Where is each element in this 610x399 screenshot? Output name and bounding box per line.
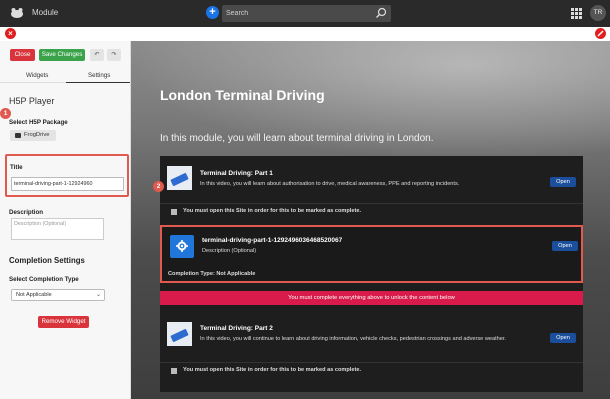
video-thumbnail: [167, 322, 192, 346]
completion-type-value: Not Applicable: [16, 292, 52, 298]
card-description: Description (Optional): [202, 248, 257, 254]
active-tab-indicator: [66, 82, 130, 83]
list-item: Terminal Driving: Part 1 In this video, …: [160, 160, 583, 205]
chevron-down-icon: ⌄: [95, 292, 101, 298]
h5p-icon: [170, 235, 194, 258]
card-title[interactable]: Terminal Driving: Part 2: [200, 325, 273, 332]
tab-widgets[interactable]: Widgets: [26, 72, 48, 79]
frogdrive-button[interactable]: FrogDrive: [10, 130, 56, 141]
folder-icon: [15, 133, 21, 138]
open-button[interactable]: Open: [550, 177, 576, 187]
content-list: Terminal Driving: Part 1 In this video, …: [160, 156, 583, 392]
open-button[interactable]: Open: [552, 241, 578, 251]
completion-check-text: You must open this Site in order for thi…: [183, 208, 361, 214]
title-field[interactable]: [11, 177, 124, 191]
frog-logo-icon[interactable]: [10, 7, 24, 19]
panel-title: H5P Player: [9, 96, 55, 106]
completion-checkbox[interactable]: [171, 209, 177, 215]
truck-icon: [170, 172, 189, 187]
completion-settings-heading: Completion Settings: [9, 256, 85, 265]
package-label: Select H5P Package: [9, 119, 68, 126]
completion-type-text: Completion Type: Not Applicable: [168, 271, 256, 277]
video-thumbnail: [167, 166, 192, 190]
main-canvas: London Terminal Driving In this module, …: [131, 41, 610, 399]
sidebar-tabs: Widgets Settings: [0, 69, 130, 83]
gear-icon: [176, 240, 188, 252]
title-label: Title: [10, 164, 23, 171]
lock-warning-bar: You must complete everything above to un…: [160, 291, 583, 305]
completion-checkbox[interactable]: [171, 368, 177, 374]
page-subtitle: In this module, you will learn about ter…: [160, 133, 434, 144]
search-icon[interactable]: [375, 7, 387, 19]
search-input[interactable]: [226, 5, 366, 22]
completion-check-row: You must open this Site in order for thi…: [160, 203, 583, 220]
card-description: In this video, you will continue to lear…: [200, 336, 506, 342]
open-button[interactable]: Open: [550, 333, 576, 343]
card-description: In this video, you will learn about auth…: [200, 181, 460, 187]
completion-type-select[interactable]: Not Applicable ⌄: [11, 289, 105, 301]
tab-settings[interactable]: Settings: [88, 72, 110, 79]
edit-strip: [0, 27, 610, 41]
edit-pencil-icon[interactable]: [595, 28, 606, 39]
app-title: Module: [32, 8, 59, 17]
apps-grid-icon[interactable]: [571, 8, 582, 19]
close-edit-icon[interactable]: ×: [5, 28, 16, 39]
truck-icon: [170, 328, 189, 343]
list-item: Terminal Driving: Part 2 In this video, …: [160, 318, 583, 367]
completion-check-row: You must open this Site in order for thi…: [160, 362, 583, 379]
description-field[interactable]: [11, 218, 104, 240]
frogdrive-label: FrogDrive: [24, 132, 50, 138]
undo-icon[interactable]: ↶: [90, 49, 104, 61]
list-item-highlighted: terminal-driving-part-1-1292496036468520…: [160, 225, 583, 283]
completion-check-text: You must open this Site in order for thi…: [183, 367, 361, 373]
description-label: Description: [9, 209, 44, 216]
remove-widget-button[interactable]: Remove Widget: [38, 316, 89, 328]
close-button[interactable]: Close: [10, 49, 35, 61]
search-bar[interactable]: [222, 5, 391, 22]
save-changes-button[interactable]: Save Changes: [39, 49, 85, 61]
page-title: London Terminal Driving: [160, 87, 325, 103]
annotation-badge-1: 1: [0, 108, 11, 119]
completion-type-label: Select Completion Type: [9, 276, 79, 283]
add-button[interactable]: +: [206, 6, 219, 19]
top-bar: Module + TR: [0, 0, 610, 27]
annotation-badge-2: 2: [153, 181, 164, 192]
card-title[interactable]: terminal-driving-part-1-1292496036468520…: [202, 237, 342, 244]
redo-icon[interactable]: ↷: [107, 49, 121, 61]
card-title[interactable]: Terminal Driving: Part 1: [200, 170, 273, 177]
avatar[interactable]: TR: [590, 5, 606, 21]
settings-sidebar: Close Save Changes ↶ ↷ Widgets Settings …: [0, 41, 131, 399]
